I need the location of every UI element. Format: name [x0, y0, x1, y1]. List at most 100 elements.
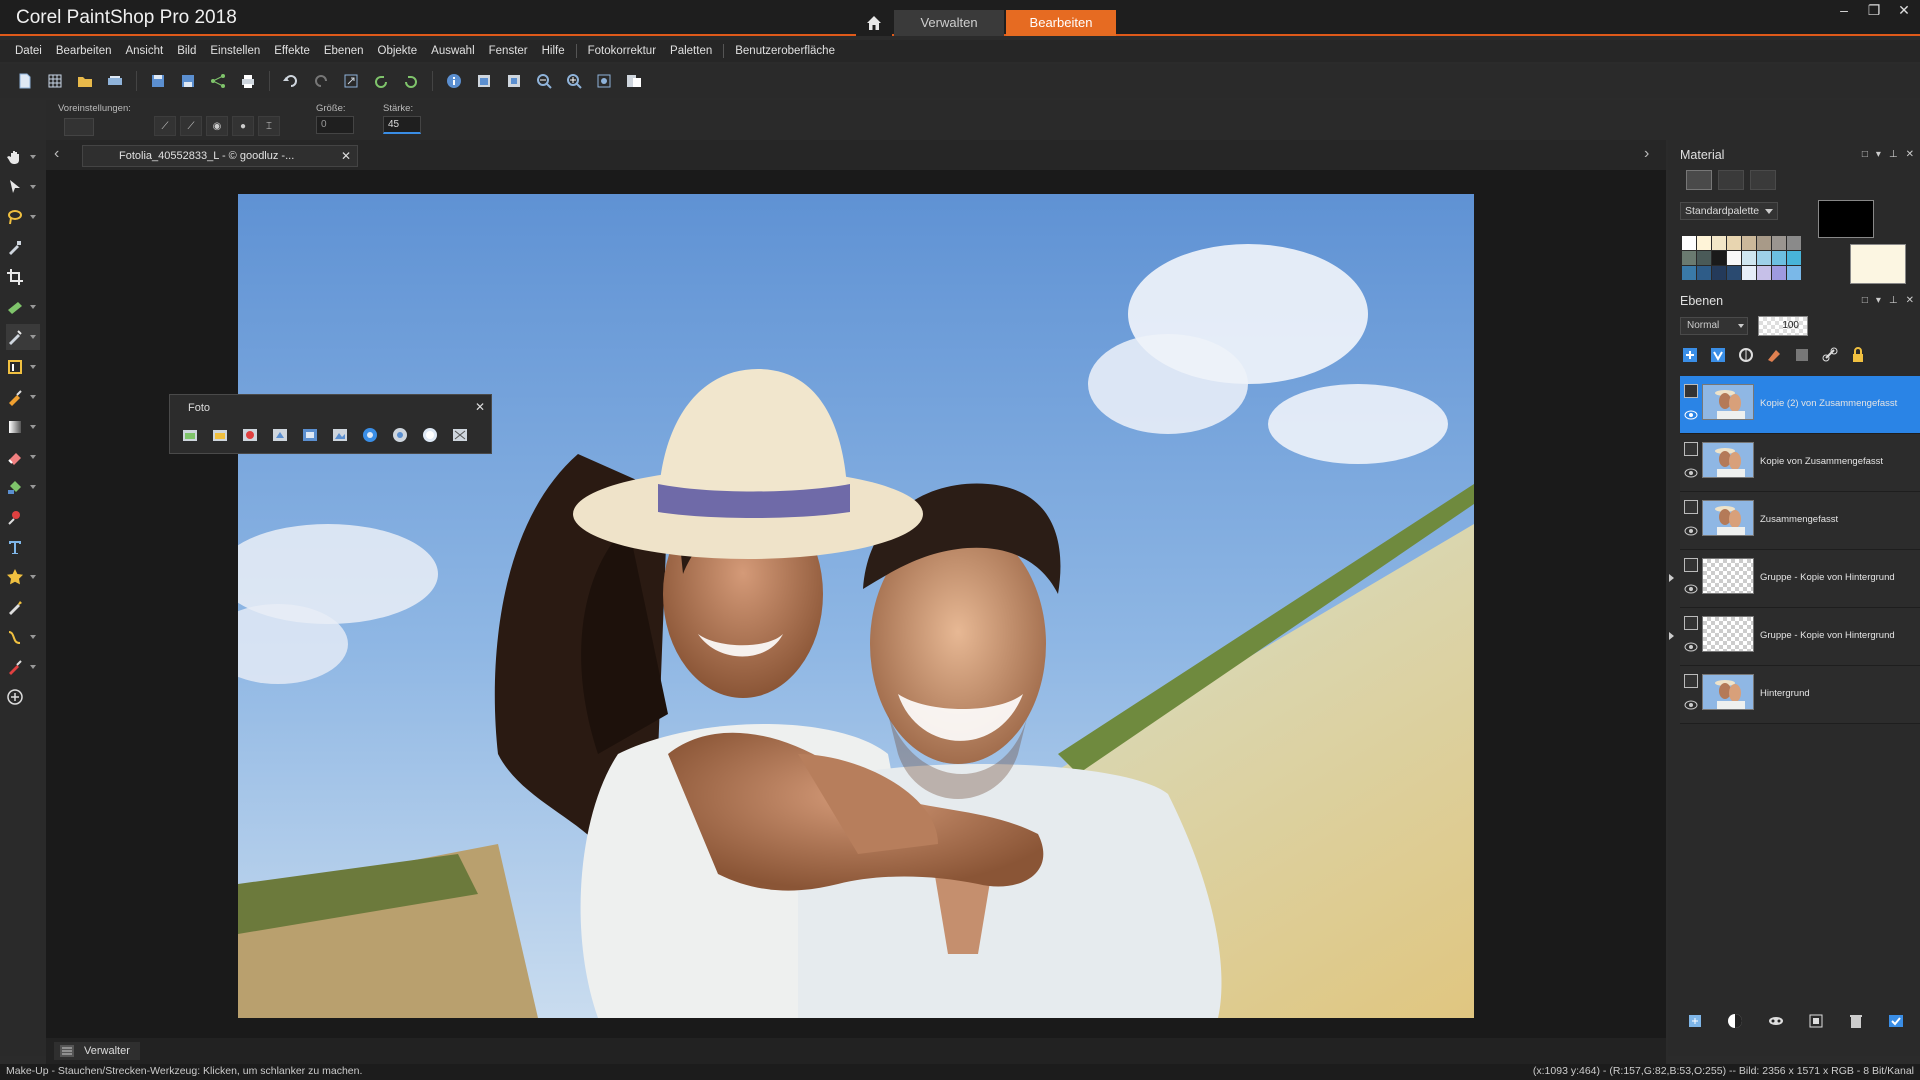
- swatch[interactable]: [1742, 251, 1756, 265]
- eye-icon[interactable]: [1684, 468, 1698, 478]
- swatch[interactable]: [1787, 266, 1801, 280]
- print-button[interactable]: [235, 68, 261, 94]
- layer-visibility-toggle[interactable]: [1684, 674, 1698, 688]
- background-color-swatch[interactable]: [1850, 244, 1906, 284]
- zoom-out-button[interactable]: [531, 68, 557, 94]
- swatch[interactable]: [1712, 236, 1726, 250]
- undo-button[interactable]: [278, 68, 304, 94]
- pan-tool[interactable]: [6, 144, 40, 170]
- fill-tool[interactable]: [6, 474, 40, 500]
- menu-bild[interactable]: Bild: [170, 40, 203, 62]
- close-icon[interactable]: ✕: [475, 400, 485, 414]
- swatch[interactable]: [1772, 266, 1786, 280]
- rotate-right-button[interactable]: [398, 68, 424, 94]
- noise-removal-button[interactable]: [450, 426, 470, 444]
- swatch[interactable]: [1742, 236, 1756, 250]
- close-icon[interactable]: ✕: [1896, 2, 1912, 18]
- fit-window-button[interactable]: [471, 68, 497, 94]
- eye-drop-icon[interactable]: ◉: [206, 116, 228, 136]
- suntan-icon[interactable]: ●: [232, 116, 254, 136]
- red-eye-tool[interactable]: [6, 504, 40, 530]
- save-button[interactable]: [145, 68, 171, 94]
- chevron-left-icon[interactable]: ‹: [54, 146, 70, 162]
- layer-properties-button[interactable]: [1886, 1012, 1906, 1030]
- swatch[interactable]: [1697, 266, 1711, 280]
- menu-bearbeiten[interactable]: Bearbeiten: [49, 40, 119, 62]
- swatch[interactable]: [1727, 251, 1741, 265]
- full-screen-button[interactable]: [501, 68, 527, 94]
- menu-objekte[interactable]: Objekte: [371, 40, 425, 62]
- foreground-color-swatch[interactable]: [1818, 200, 1874, 238]
- clone-tool[interactable]: [6, 354, 40, 380]
- pen-tool[interactable]: [6, 594, 40, 620]
- menu-ansicht[interactable]: Ansicht: [118, 40, 170, 62]
- brightness-button[interactable]: [300, 426, 320, 444]
- adjustment-dropdown-button[interactable]: [1726, 1012, 1746, 1030]
- makeup-tool[interactable]: [6, 324, 40, 350]
- paint-brush-tool[interactable]: [6, 384, 40, 410]
- home-button[interactable]: [856, 10, 892, 36]
- pick-tool[interactable]: [6, 174, 40, 200]
- restore-icon[interactable]: ❐: [1866, 2, 1882, 18]
- eye-icon[interactable]: [1684, 410, 1698, 420]
- resize-button[interactable]: [338, 68, 364, 94]
- swatch[interactable]: [1682, 266, 1696, 280]
- scan-button[interactable]: [102, 68, 128, 94]
- swatch[interactable]: [1787, 251, 1801, 265]
- menu-effekte[interactable]: Effekte: [267, 40, 317, 62]
- close-icon[interactable]: ✕: [1906, 149, 1914, 160]
- depth-of-field-button[interactable]: [390, 426, 410, 444]
- eye-icon[interactable]: [1684, 700, 1698, 710]
- swatch[interactable]: [1682, 251, 1696, 265]
- close-icon[interactable]: ✕: [1906, 295, 1914, 306]
- strength-field[interactable]: 45: [383, 116, 421, 134]
- chevron-down-icon[interactable]: ▾: [1876, 149, 1881, 160]
- rainbow-tab[interactable]: [1750, 170, 1776, 190]
- menu-einstellen[interactable]: Einstellen: [203, 40, 267, 62]
- layer-row[interactable]: Kopie (2) von Zusammengefasst: [1680, 376, 1920, 434]
- verwalter-tab[interactable]: Verwalter: [54, 1042, 140, 1060]
- workspace-button[interactable]: [621, 68, 647, 94]
- chevron-down-icon[interactable]: ▾: [1876, 295, 1881, 306]
- layer-group-row[interactable]: Gruppe - Kopie von Hintergrund: [1669, 608, 1920, 666]
- rotate-left-button[interactable]: [368, 68, 394, 94]
- toothbrush-icon[interactable]: ⟋: [180, 116, 202, 136]
- sharpen-button[interactable]: [270, 426, 290, 444]
- swatch[interactable]: [1712, 251, 1726, 265]
- color-balance-button[interactable]: [360, 426, 380, 444]
- swatch[interactable]: [1772, 251, 1786, 265]
- pin-icon[interactable]: ⊥: [1889, 149, 1898, 160]
- layer-mask-button[interactable]: [1792, 346, 1812, 364]
- info-button[interactable]: [441, 68, 467, 94]
- expand-group-icon[interactable]: [1669, 632, 1674, 640]
- preset-dropdown[interactable]: [64, 118, 94, 136]
- layer-row[interactable]: Hintergrund: [1680, 666, 1920, 724]
- swatch[interactable]: [1727, 266, 1741, 280]
- menu-auswahl[interactable]: Auswahl: [424, 40, 481, 62]
- layer-visibility-toggle[interactable]: [1684, 384, 1698, 398]
- new-vector-layer-button[interactable]: [1708, 346, 1728, 364]
- eraser-tool[interactable]: [6, 444, 40, 470]
- eye-icon[interactable]: [1684, 642, 1698, 652]
- menu-ebenen[interactable]: Ebenen: [317, 40, 371, 62]
- close-icon[interactable]: ✕: [341, 149, 351, 163]
- maximize-icon[interactable]: □: [1862, 149, 1868, 160]
- blend-mode-dropdown[interactable]: Normal: [1680, 317, 1748, 335]
- color-replacer-tool[interactable]: [6, 654, 40, 680]
- layer-visibility-toggle[interactable]: [1684, 442, 1698, 456]
- palette-dropdown[interactable]: Standardpalette: [1680, 202, 1778, 220]
- opacity-field[interactable]: 100: [1758, 316, 1808, 336]
- tab-verwalten[interactable]: Verwalten: [894, 10, 1004, 36]
- layer-visibility-toggle[interactable]: [1684, 500, 1698, 514]
- gradient-tool[interactable]: [6, 414, 40, 440]
- swatch[interactable]: [1697, 251, 1711, 265]
- photo-canvas[interactable]: [238, 194, 1474, 1018]
- adjustment-layer-button[interactable]: [1736, 346, 1756, 364]
- swatch[interactable]: [1757, 236, 1771, 250]
- menu-benutzeroberflaeche[interactable]: Benutzeroberfläche: [728, 40, 842, 62]
- share-button[interactable]: [205, 68, 231, 94]
- swatch[interactable]: [1682, 236, 1696, 250]
- new-file-button[interactable]: [12, 68, 38, 94]
- expand-group-icon[interactable]: [1669, 574, 1674, 582]
- layer-visibility-toggle[interactable]: [1684, 558, 1698, 572]
